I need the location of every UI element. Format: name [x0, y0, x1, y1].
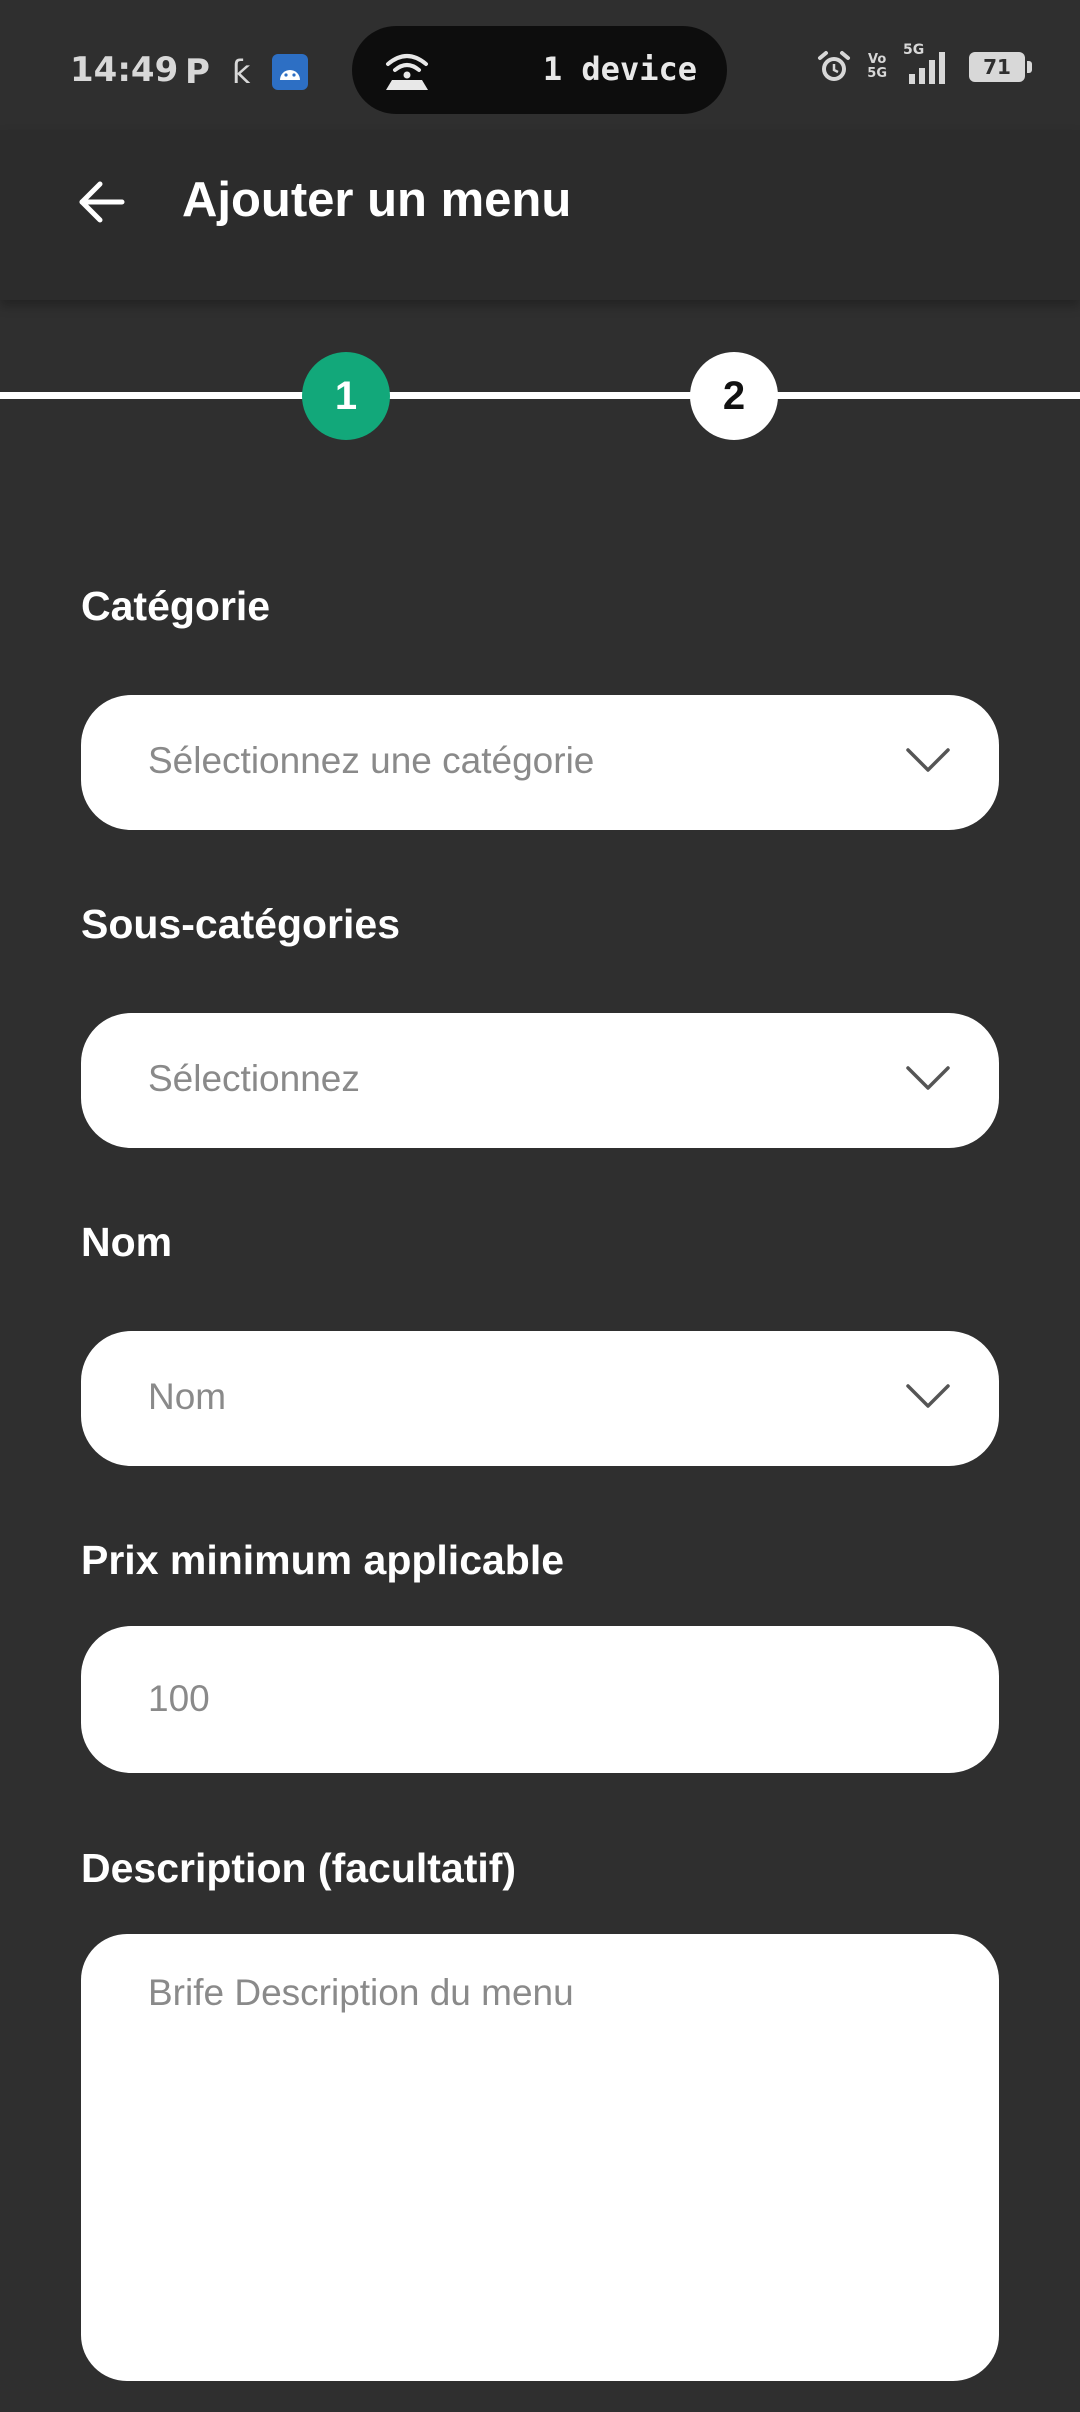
chevron-down-icon [906, 1066, 950, 1090]
name-label: Nom [81, 1219, 173, 1265]
alarm-icon [818, 51, 851, 81]
app-bar: Ajouter un menu [0, 130, 1080, 300]
chevron-down-icon [906, 1384, 950, 1408]
stepper: 1 2 [0, 352, 1080, 442]
hotspot-icon [386, 54, 428, 90]
page-title: Ajouter un menu [182, 173, 572, 227]
min-price-input[interactable]: 100 [81, 1626, 999, 1773]
step-1[interactable]: 1 [302, 352, 390, 440]
name-select[interactable]: Nom [81, 1331, 999, 1466]
status-bar: 14:49 P ƙ 1 device Vo 5G 5G 71 [0, 0, 1080, 130]
k-icon: ƙ [231, 53, 251, 91]
name-placeholder: Nom [148, 1376, 227, 1417]
status-left-icons: P ƙ [185, 52, 309, 92]
arrow-left-icon[interactable] [70, 170, 134, 234]
step-2[interactable]: 2 [690, 352, 778, 440]
min-price-placeholder: 100 [148, 1678, 210, 1719]
category-label: Catégorie [81, 583, 271, 629]
battery-icon: 71 [969, 52, 1032, 82]
5g-signal-icon: 5G [903, 42, 953, 86]
stepper-line [0, 392, 1080, 399]
p-icon: P [185, 52, 210, 92]
volte-icon: Vo 5G [867, 52, 887, 81]
chevron-down-icon [906, 748, 950, 772]
status-right-icons: Vo 5G 5G 71 [817, 42, 1032, 86]
category-select[interactable]: Sélectionnez une catégorie [81, 695, 999, 830]
category-placeholder: Sélectionnez une catégorie [148, 740, 595, 781]
android-icon [272, 54, 309, 90]
subcategories-label: Sous-catégories [81, 901, 400, 947]
subcategories-placeholder: Sélectionnez [148, 1058, 360, 1099]
description-textarea[interactable]: Brife Description du menu [81, 1934, 999, 2381]
description-placeholder: Brife Description du menu [148, 1972, 574, 2013]
min-price-label: Prix minimum applicable [81, 1537, 565, 1583]
description-label: Description (facultatif) [81, 1845, 517, 1891]
subcategories-select[interactable]: Sélectionnez [81, 1013, 999, 1148]
hotspot-text: 1 device [542, 50, 697, 88]
status-time: 14:49 [70, 50, 179, 90]
hotspot-pill[interactable]: 1 device [352, 26, 727, 114]
